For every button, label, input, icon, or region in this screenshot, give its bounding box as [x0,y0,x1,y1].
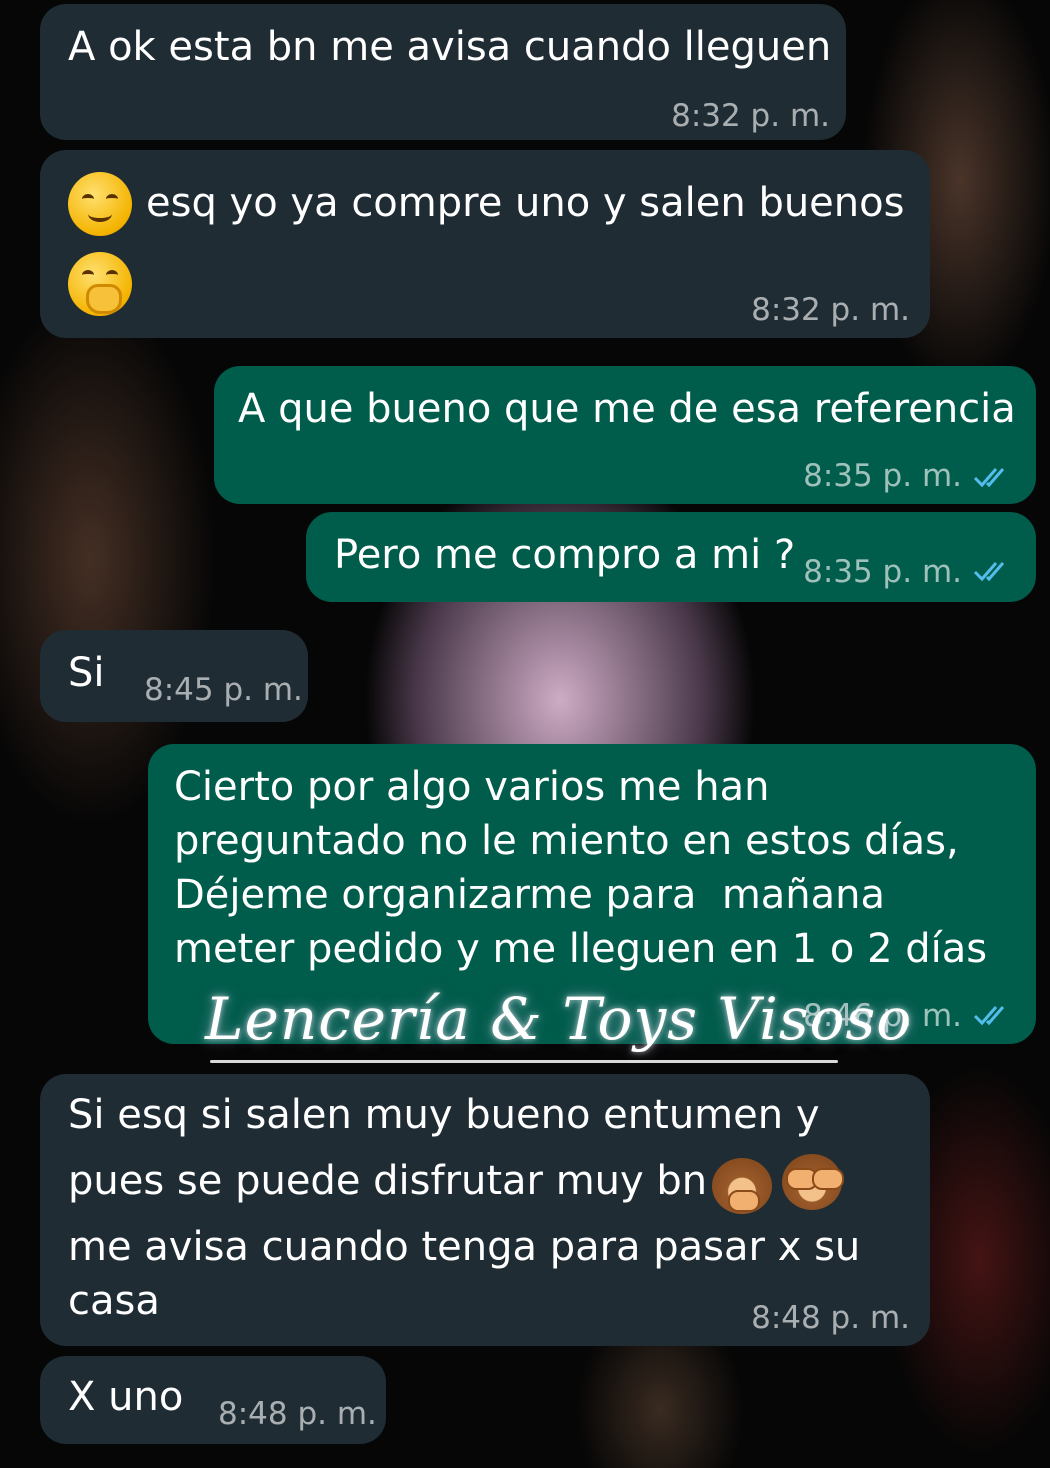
message-text-line: pues se puede disfrutar muy bn [68,1158,708,1204]
message-text-line: Déjeme organizarme para mañana [174,872,886,918]
message-text-line: me avisa cuando tenga para pasar x su [68,1224,861,1270]
message-text-line: casa [68,1278,160,1324]
message-timestamp: 8:35 p. m. [803,554,962,590]
incoming-message-bubble[interactable]: Si esq si salen muy bueno entumen y pues… [40,1074,930,1346]
double-check-read-icon [973,468,1005,488]
outgoing-message-bubble[interactable]: A que bueno que me de esa referencia 8:3… [214,366,1036,504]
message-text: Si [68,650,105,696]
message-timestamp: 8:48 p. m. [218,1396,377,1432]
outgoing-message-bubble[interactable]: Pero me compro a mi ? 8:35 p. m. [306,512,1036,602]
message-timestamp: 8:48 p. m. [751,1300,910,1336]
message-timestamp: 8:45 p. m. [144,672,303,708]
message-timestamp: 8:32 p. m. [671,98,830,134]
watermark-underline [210,1060,838,1063]
message-text: esq yo ya compre uno y salen buenos [146,180,905,226]
message-text-line: Si esq si salen muy bueno entumen y [68,1092,820,1138]
incoming-message-bubble[interactable]: esq yo ya compre uno y salen buenos 8:32… [40,150,930,338]
see-no-evil-monkey-emoji [782,1154,844,1210]
message-text-line: Cierto por algo varios me han [174,764,770,810]
incoming-message-bubble[interactable]: Si 8:45 p. m. [40,630,308,722]
message-text: A que bueno que me de esa referencia [238,386,1016,432]
message-text-line: preguntado no le miento en estos días, [174,818,959,864]
incoming-message-bubble[interactable]: A ok esta bn me avisa cuando lleguen 8:3… [40,4,846,140]
double-check-read-icon [973,1006,1005,1026]
double-check-read-icon [973,562,1005,582]
message-text: A ok esta bn me avisa cuando lleguen [68,24,832,70]
watermark-logo: Lencería & Toys Visoso [205,985,913,1053]
incoming-message-bubble[interactable]: X uno 8:48 p. m. [40,1356,386,1444]
message-timestamp: 8:35 p. m. [803,458,962,494]
message-text-line: meter pedido y me lleguen en 1 o 2 días [174,926,988,972]
message-text: Pero me compro a mi ? [334,532,796,578]
message-timestamp: 8:32 p. m. [751,292,910,328]
message-text: X uno [68,1374,184,1420]
face-with-hand-over-mouth-emoji [68,252,132,316]
speak-no-evil-monkey-emoji [712,1158,772,1214]
smiling-face-emoji [68,172,132,236]
